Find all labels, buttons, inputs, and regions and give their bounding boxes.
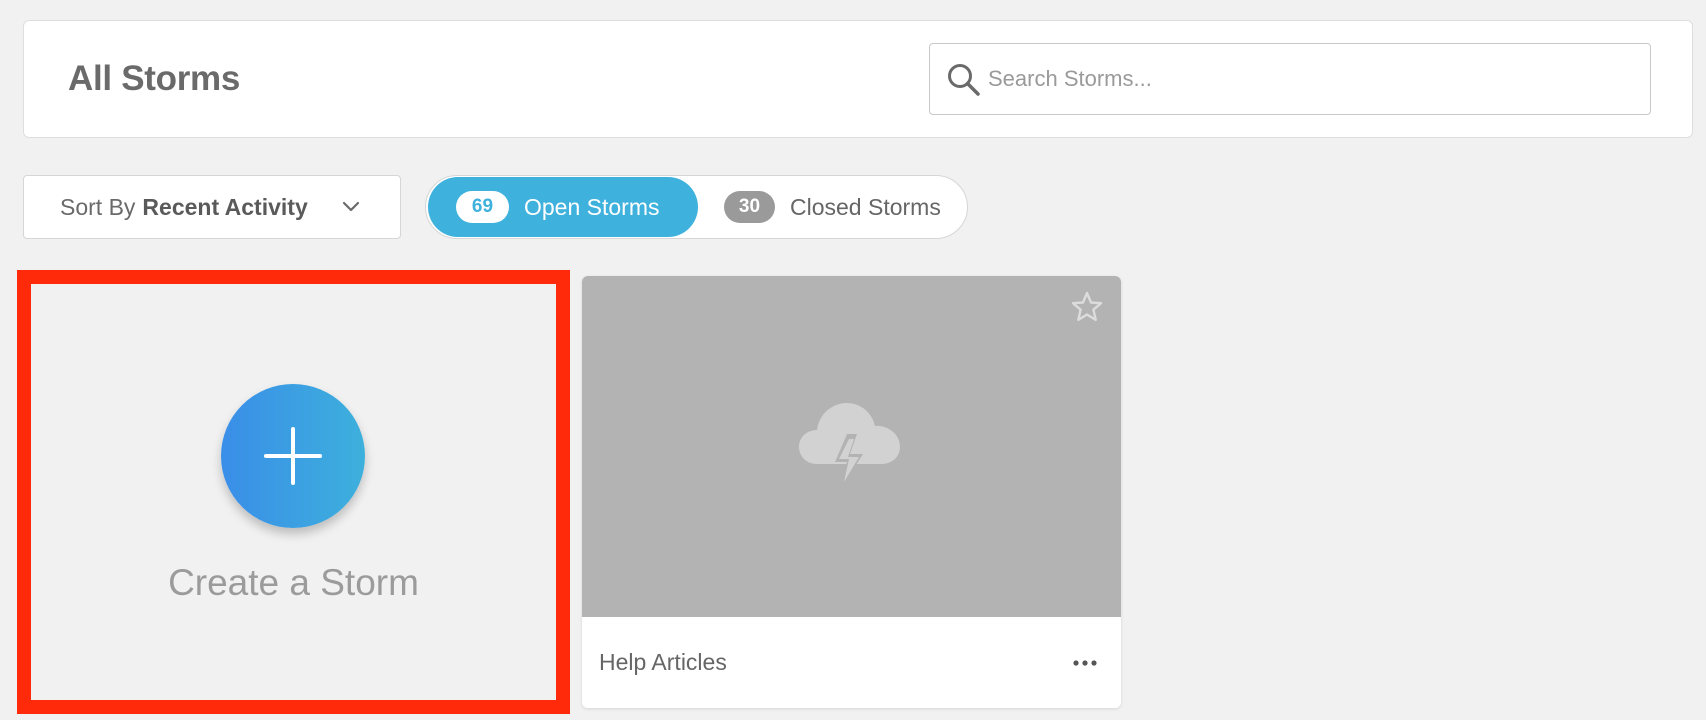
storm-thumbnail[interactable]: [582, 276, 1121, 617]
create-storm-label: Create a Storm: [168, 562, 419, 603]
search-input[interactable]: [988, 44, 1638, 114]
tab-open-storms[interactable]: 69 Open Storms: [428, 177, 698, 237]
sort-dropdown[interactable]: Sort By Recent Activity: [23, 175, 401, 239]
page-title: All Storms: [68, 59, 241, 98]
create-storm-card[interactable]: Create a Storm: [17, 270, 570, 714]
create-storm-button[interactable]: [221, 384, 365, 528]
sort-value: Recent Activity: [142, 193, 308, 220]
open-storms-label: Open Storms: [524, 193, 660, 220]
closed-count-badge: 30: [724, 191, 775, 223]
sort-prefix: Sort By: [60, 193, 136, 220]
open-count-badge: 69: [456, 191, 509, 223]
star-icon[interactable]: [1070, 290, 1104, 324]
search-icon: [948, 64, 980, 96]
cloud-lightning-icon: [799, 403, 900, 492]
storm-status-toggle: 69 Open Storms 30 Closed Storms: [425, 175, 968, 239]
chevron-down-icon: [342, 201, 360, 212]
plus-icon: [264, 427, 322, 485]
page-header: All Storms: [23, 20, 1693, 138]
storm-card-footer: Help Articles: [582, 617, 1121, 708]
closed-storms-label: Closed Storms: [790, 193, 941, 220]
more-options-icon[interactable]: [1070, 653, 1100, 673]
search-box[interactable]: [929, 43, 1651, 115]
storm-name[interactable]: Help Articles: [599, 649, 727, 676]
storm-card[interactable]: Help Articles: [582, 276, 1121, 708]
tab-closed-storms[interactable]: 30 Closed Storms: [716, 177, 966, 237]
